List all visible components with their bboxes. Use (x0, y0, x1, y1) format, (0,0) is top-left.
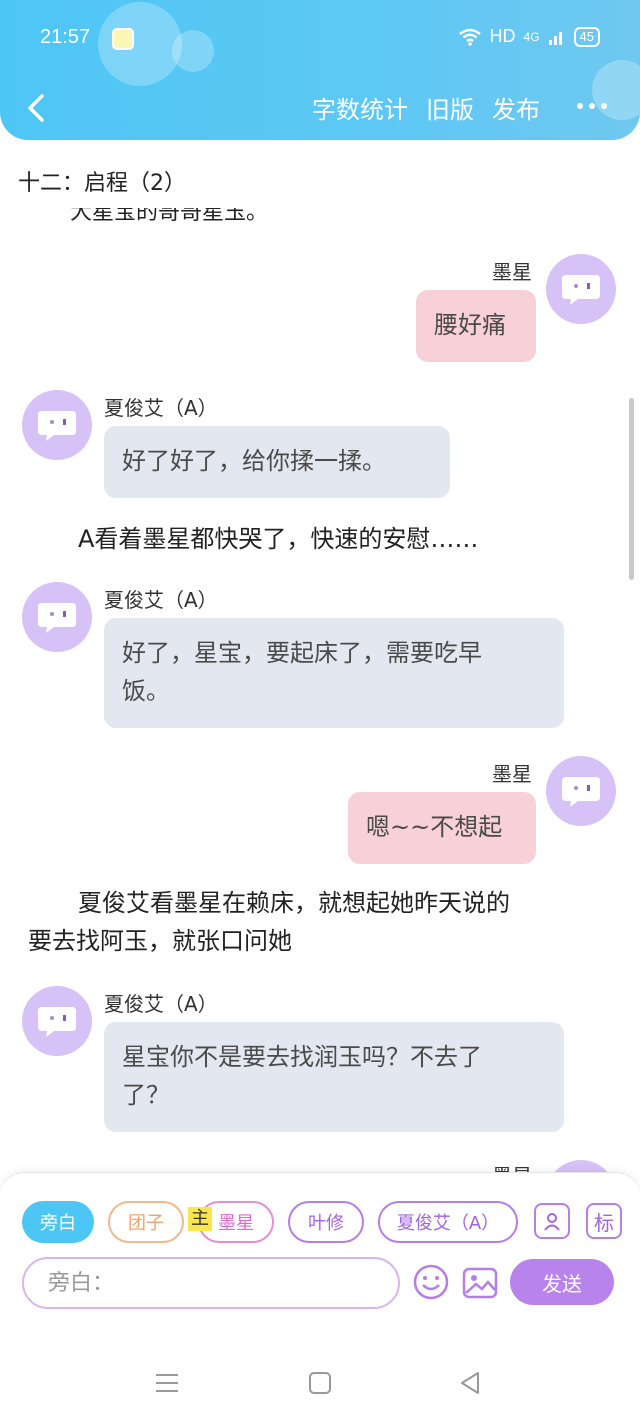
wifi-icon (458, 28, 481, 46)
role-chip-yexiu[interactable]: 叶修 (288, 1201, 364, 1243)
avatar-xiajunai[interactable] (22, 582, 92, 652)
chat-bubble-face-icon (38, 1007, 76, 1037)
speaker-name: 夏俊艾（A） (104, 396, 218, 420)
speaker-name: 夏俊艾（A） (104, 992, 218, 1016)
send-button[interactable]: 发送 (510, 1259, 614, 1305)
role-chip-narration[interactable]: 旁白 (22, 1201, 94, 1243)
narration-line: 夏俊艾看墨星在赖床，就想起她昨天说的 (78, 889, 510, 917)
message-bubble[interactable]: 嗯~~不想起 (348, 792, 536, 864)
chat-bubble-face-icon (38, 603, 76, 633)
status-bar: 21:57 HD 4G 45 (0, 22, 640, 58)
speaker-name: 墨星 (492, 260, 532, 284)
scrollbar[interactable] (629, 398, 634, 580)
system-nav-bar (0, 1344, 640, 1422)
main-role-tag: 主 (188, 1207, 212, 1231)
signal-icon (548, 31, 562, 45)
speaker-name: 夏俊艾（A） (104, 588, 218, 612)
message-line: 好了，星宝，要起床了，需要吃早 (122, 639, 482, 667)
narration-text[interactable]: A看着墨星都快哭了，快速的安慰…… (78, 520, 618, 558)
message-bubble[interactable]: 好了，星宝，要起床了，需要吃早 饭。 (104, 618, 564, 728)
emoji-icon[interactable] (412, 1263, 450, 1301)
avatar-xiajunai[interactable] (22, 986, 92, 1056)
home-icon[interactable] (305, 1368, 335, 1398)
mark-button[interactable]: 标 (586, 1203, 622, 1239)
speaker-name: 墨星 (492, 1160, 532, 1172)
narration-text[interactable]: 夏俊艾看墨星在赖床，就想起她昨天说的 要去找阿玉，就张口问她 (28, 884, 618, 960)
battery-indicator: 45 (573, 26, 600, 47)
role-chip-tuanzi[interactable]: 团子 (108, 1201, 184, 1243)
network-type: HD (489, 26, 516, 46)
status-indicators: HD 4G 45 (458, 26, 600, 47)
avatar-moxing[interactable] (546, 254, 616, 324)
message-bubble[interactable]: 腰好痛 (416, 290, 536, 362)
message-line: 饭。 (122, 677, 170, 705)
header-actions: 字数统计 旧版 发布 (312, 90, 540, 125)
role-chip-xiajunai[interactable]: 夏俊艾（A） (378, 1201, 518, 1243)
nav-row: 字数统计 旧版 发布 (0, 86, 640, 132)
avatar-moxing[interactable] (546, 756, 616, 826)
person-card-icon[interactable] (534, 1203, 570, 1239)
message-input[interactable] (22, 1257, 400, 1309)
menu-icon[interactable] (152, 1368, 182, 1398)
notification-app-icon (112, 28, 134, 50)
avatar-xiajunai[interactable] (22, 390, 92, 460)
composer-panel: 旁白 团子 墨星 主 叶修 夏俊艾（A） 标 发送 (0, 1172, 640, 1344)
message-input-field[interactable] (24, 1259, 398, 1307)
image-icon[interactable] (462, 1265, 498, 1301)
chat-bubble-face-icon (562, 777, 600, 807)
message-line: 星宝你不是要去找润玉吗？不去了 (122, 1043, 482, 1071)
message-line: 了？ (122, 1081, 170, 1109)
chat-bubble-face-icon (562, 275, 600, 305)
narration-line: 要去找阿玉，就张口问她 (28, 927, 292, 955)
publish-button[interactable]: 发布 (492, 90, 540, 125)
chat-bubble-face-icon (38, 411, 76, 441)
more-dots-icon[interactable] (572, 86, 612, 126)
speaker-name: 墨星 (492, 762, 532, 786)
cut-off-text: 大星宝的哥哥星玉。 (70, 208, 269, 224)
message-bubble[interactable]: 好了好了，给你揉一揉。 (104, 426, 450, 498)
signal-type: 4G (523, 29, 540, 44)
old-version-button[interactable]: 旧版 (426, 90, 474, 125)
word-count-button[interactable]: 字数统计 (312, 90, 408, 125)
chapter-title: 十二：启程（2） (18, 171, 186, 196)
chevron-left-icon[interactable] (20, 88, 60, 128)
back-triangle-icon[interactable] (456, 1368, 486, 1398)
top-app-bar: 21:57 HD 4G 45 字数统计 旧版 发布 (0, 0, 640, 140)
status-time: 21:57 (40, 26, 91, 48)
message-bubble[interactable]: 星宝你不是要去找润玉吗？不去了 了？ (104, 1022, 564, 1132)
